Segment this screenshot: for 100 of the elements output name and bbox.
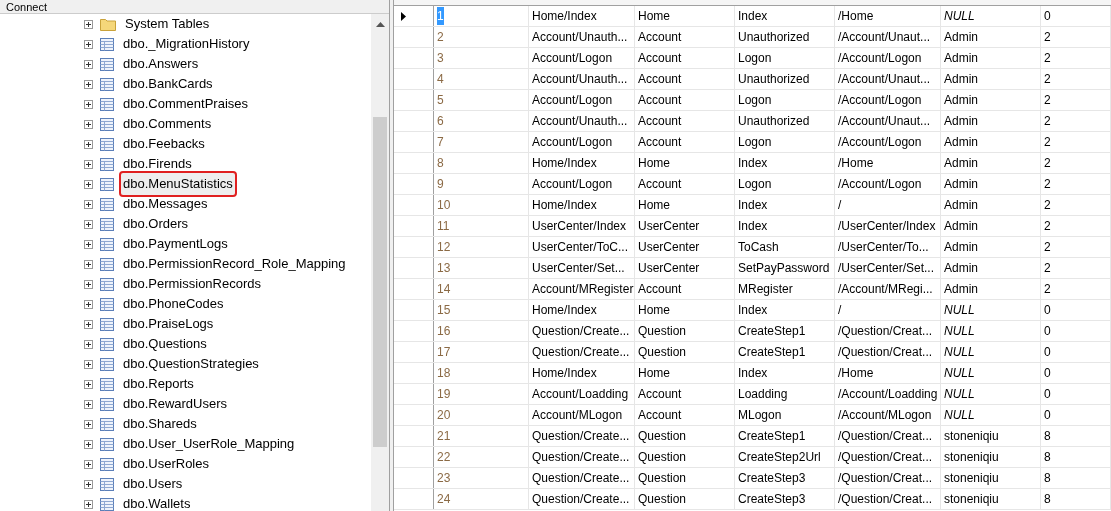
tree-item[interactable]: dbo.CommentPraises: [121, 93, 250, 115]
row-id: 5: [437, 92, 444, 109]
tree-item[interactable]: dbo.QuestionStrategies: [121, 353, 261, 375]
table-cell-text: /Account/Logon: [838, 134, 922, 151]
tree-item[interactable]: dbo.MenuStatistics: [121, 173, 235, 195]
table-cell-text: Admin: [944, 239, 978, 256]
row-id: 23: [437, 470, 451, 487]
row-id: 1: [437, 7, 444, 25]
table-cell-text: Question/Create...: [532, 344, 630, 361]
table-cell-text: /Question/Creat...: [838, 449, 933, 466]
table-icon: [100, 117, 114, 131]
tree-item[interactable]: dbo.PaymentLogs: [121, 233, 230, 255]
scrollbar[interactable]: [371, 14, 389, 511]
expand-icon[interactable]: [84, 399, 93, 409]
tree-item[interactable]: dbo.Shareds: [121, 413, 199, 435]
table-cell-text: Home: [638, 8, 670, 25]
tree-item[interactable]: dbo.Reports: [121, 373, 196, 395]
tree-item[interactable]: dbo.PraiseLogs: [121, 313, 216, 335]
expand-icon[interactable]: [84, 79, 93, 89]
table-cell-text: /Account/Logon: [838, 176, 922, 193]
tree-item[interactable]: dbo.UserRoles: [121, 453, 211, 475]
tree-item[interactable]: dbo.PermissionRecord_Role_Mapping: [121, 253, 348, 275]
table-cell-text: Admin: [944, 29, 978, 46]
table-cell-text: SetPayPassword: [738, 260, 830, 277]
table-cell-text: Question/Create...: [532, 323, 630, 340]
tree-item[interactable]: dbo.User_UserRole_Mapping: [121, 433, 297, 455]
expand-icon[interactable]: [84, 39, 93, 49]
null-value: NULL: [944, 386, 975, 403]
connect-label[interactable]: Connect: [6, 0, 47, 13]
tree-item[interactable]: dbo.RewardUsers: [121, 393, 230, 415]
expand-icon[interactable]: [84, 339, 93, 349]
expand-icon[interactable]: [84, 359, 93, 369]
table-cell-text: Account/Unauth...: [532, 71, 628, 88]
expand-icon[interactable]: [84, 59, 93, 69]
tree-item[interactable]: dbo.PhoneCodes: [121, 293, 226, 315]
expand-icon[interactable]: [84, 199, 93, 209]
tree-item[interactable]: dbo.Comments: [121, 113, 214, 135]
expand-icon[interactable]: [84, 379, 93, 389]
tree-item[interactable]: dbo.Messages: [121, 193, 210, 215]
tree-item[interactable]: dbo.BankCards: [121, 73, 215, 95]
table-icon: [100, 317, 114, 331]
table-cell-text: CreateStep3: [738, 491, 806, 508]
table-cell-text: Question: [638, 470, 687, 487]
tree-item[interactable]: dbo.Users: [121, 473, 185, 495]
expand-icon[interactable]: [84, 499, 93, 509]
table-icon: [100, 97, 114, 111]
expand-icon[interactable]: [84, 439, 93, 449]
row-id: 16: [437, 323, 451, 340]
row-id: 24: [437, 491, 451, 508]
expand-icon[interactable]: [84, 419, 93, 429]
row-id: 14: [437, 281, 451, 298]
table-cell-text: 8: [1044, 449, 1051, 466]
row-id: 4: [437, 71, 444, 88]
table-cell-text: Question: [638, 491, 687, 508]
table-cell-text: Logon: [738, 134, 772, 151]
expand-icon[interactable]: [84, 299, 93, 309]
table-cell-text: 0: [1044, 365, 1051, 382]
expand-icon[interactable]: [84, 119, 93, 129]
table-cell-text: Admin: [944, 113, 978, 130]
table-cell-text: /Home: [838, 8, 874, 25]
table-icon: [100, 177, 114, 191]
table-cell-text: /Account/Loadding: [838, 386, 938, 403]
expand-icon[interactable]: [84, 139, 93, 149]
tree-item[interactable]: dbo.Answers: [121, 53, 201, 75]
table-icon: [100, 237, 114, 251]
expand-icon[interactable]: [84, 19, 93, 29]
expand-icon[interactable]: [84, 239, 93, 249]
table-cell-text: UserCenter/Set...: [532, 260, 625, 277]
tree-item[interactable]: dbo.Firends: [121, 153, 194, 175]
expand-icon[interactable]: [84, 159, 93, 169]
expand-icon[interactable]: [84, 259, 93, 269]
table-cell-text: /Account/MLogon: [838, 407, 932, 424]
tree-item[interactable]: System Tables: [123, 14, 212, 35]
table-cell-text: Account/Logon: [532, 92, 613, 109]
tree-item[interactable]: dbo._MigrationHistory: [121, 33, 252, 55]
tree-item[interactable]: dbo.Orders: [121, 213, 191, 235]
table-icon: [100, 337, 114, 351]
tree-item[interactable]: dbo.PermissionRecords: [121, 273, 263, 295]
expand-icon[interactable]: [84, 459, 93, 469]
expand-icon[interactable]: [84, 219, 93, 229]
scroll-up-icon[interactable]: [375, 22, 385, 27]
table-icon: [100, 497, 114, 511]
row-id: 13: [437, 260, 451, 277]
scroll-thumb[interactable]: [373, 117, 387, 447]
table-cell-text: Account: [638, 386, 682, 403]
table-icon: [100, 57, 114, 71]
table-cell-text: Account: [638, 134, 682, 151]
tree-item[interactable]: dbo.Questions: [121, 333, 209, 355]
expand-icon[interactable]: [84, 279, 93, 289]
expand-icon[interactable]: [84, 179, 93, 189]
table-cell-text: 2: [1044, 260, 1051, 277]
expand-icon[interactable]: [84, 99, 93, 109]
tree-item[interactable]: dbo.Feebacks: [121, 133, 207, 155]
table-cell-text: Account/Logon: [532, 176, 613, 193]
table-cell-text: Unauthorized: [738, 113, 810, 130]
table-cell-text: /Question/Creat...: [838, 323, 933, 340]
expand-icon[interactable]: [84, 319, 93, 329]
row-id: 6: [437, 113, 444, 130]
tree-item[interactable]: dbo.Wallets: [121, 493, 193, 511]
expand-icon[interactable]: [84, 479, 93, 489]
